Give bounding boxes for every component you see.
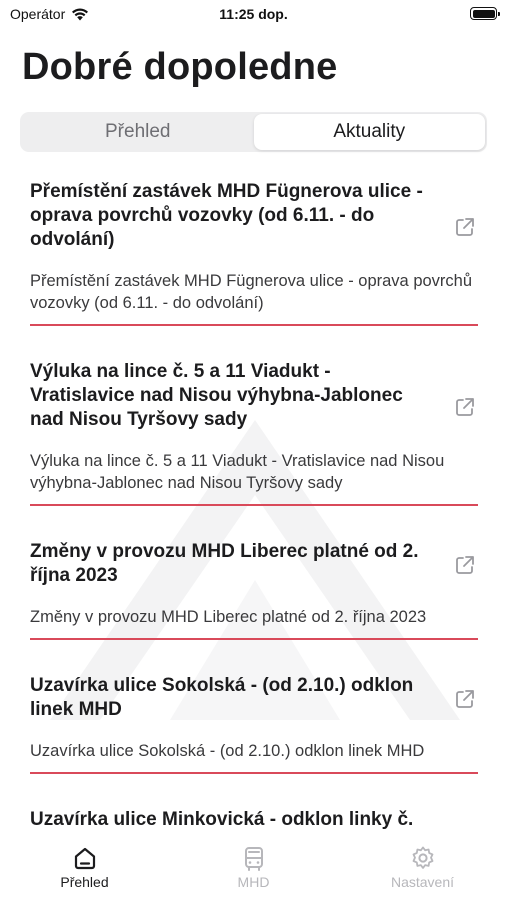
news-description: Uzavírka ulice Sokolská - (od 2.10.) odk…: [30, 742, 425, 760]
gear-icon: [412, 846, 433, 869]
tab-nastaveni[interactable]: Nastavení: [338, 836, 507, 900]
page-title: Dobré dopoledne: [22, 46, 338, 88]
external-link-icon[interactable]: [454, 216, 476, 238]
news-item[interactable]: Uzavírka ulice Minkovická - odklon linky…: [30, 808, 478, 830]
news-list: Přemístění zastávek MHD Fügnerova ulice …: [30, 180, 478, 830]
segment-prehled[interactable]: Přehled: [22, 114, 254, 150]
news-description: Změny v provozu MHD Liberec platné od 2.…: [30, 608, 427, 626]
external-link-icon[interactable]: [454, 554, 476, 576]
tab-bar: Přehled MHD Nastavení: [0, 836, 507, 900]
news-title: Výluka na lince č. 5 a 11 Viadukt - Vrat…: [30, 361, 403, 430]
news-item[interactable]: Přemístění zastávek MHD Fügnerova ulice …: [30, 180, 478, 326]
bus-icon: [244, 847, 263, 871]
external-link-icon[interactable]: [454, 688, 476, 710]
news-description: Výluka na lince č. 5 a 11 Viadukt - Vrat…: [30, 452, 445, 492]
news-description: Přemístění zastávek MHD Fügnerova ulice …: [30, 272, 473, 312]
news-item[interactable]: Uzavírka ulice Sokolská - (od 2.10.) odk…: [30, 674, 478, 774]
clock: 11:25 dop.: [219, 6, 288, 22]
tab-prehled[interactable]: Přehled: [0, 836, 169, 900]
news-item[interactable]: Změny v provozu MHD Liberec platné od 2.…: [30, 540, 478, 640]
tab-mhd[interactable]: MHD: [169, 836, 338, 900]
news-title: Uzavírka ulice Sokolská - (od 2.10.) odk…: [30, 675, 414, 720]
tab-label: MHD: [237, 874, 270, 890]
home-icon: [74, 847, 95, 870]
tab-label: Přehled: [60, 874, 109, 890]
news-title: Přemístění zastávek MHD Fügnerova ulice …: [30, 181, 423, 250]
status-bar: Operátor 11:25 dop.: [0, 0, 507, 28]
battery-icon: [470, 7, 500, 20]
segmented-control: Přehled Aktuality: [20, 112, 487, 152]
news-title: Uzavírka ulice Minkovická - odklon linky…: [30, 809, 414, 830]
segment-aktuality[interactable]: Aktuality: [253, 114, 485, 150]
external-link-icon[interactable]: [454, 396, 476, 418]
news-title: Změny v provozu MHD Liberec platné od 2.…: [30, 541, 419, 586]
tab-label: Nastavení: [390, 874, 455, 890]
news-item[interactable]: Výluka na lince č. 5 a 11 Viadukt - Vrat…: [30, 360, 478, 506]
